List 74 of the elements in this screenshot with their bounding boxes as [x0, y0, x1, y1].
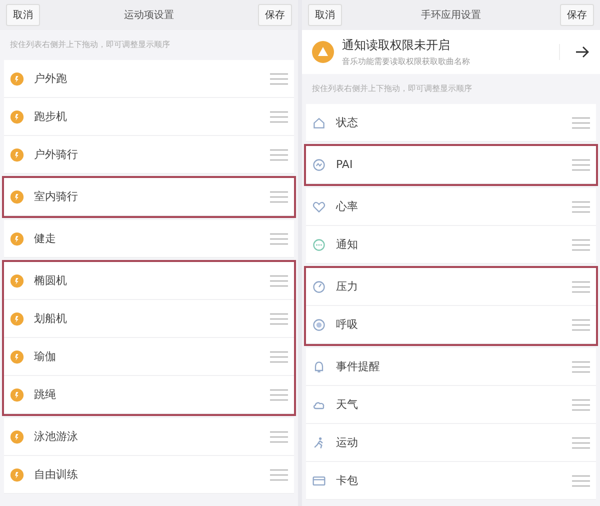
banner-subtitle: 音乐功能需要读取权限获取歌曲名称: [342, 56, 471, 67]
drag-handle-icon[interactable]: [270, 388, 288, 400]
list-item[interactable]: 卡包: [306, 462, 596, 500]
list-item[interactable]: 户外跑: [4, 60, 294, 98]
list-item[interactable]: 自由训练: [4, 456, 294, 494]
sport-icon: [10, 148, 24, 162]
drag-handle-icon[interactable]: [572, 436, 590, 448]
sport-icon: [10, 430, 24, 444]
list-item[interactable]: 通知: [306, 226, 596, 264]
drag-handle-icon[interactable]: [572, 238, 590, 250]
drag-handle-icon[interactable]: [270, 468, 288, 480]
list-item[interactable]: 跑步机: [4, 98, 294, 136]
drag-handle-icon[interactable]: [572, 116, 590, 128]
drag-handle-icon[interactable]: [572, 474, 590, 486]
drag-handle-icon[interactable]: [270, 190, 288, 202]
list-item[interactable]: PAI: [306, 146, 596, 184]
sport-icon: [10, 190, 24, 204]
drag-handle-icon[interactable]: [270, 110, 288, 122]
sport-icon: [10, 72, 24, 86]
list-item[interactable]: 跳绳: [4, 376, 294, 414]
bell-icon: [312, 360, 326, 374]
cancel-button[interactable]: 取消: [308, 4, 342, 26]
heart-icon: [312, 200, 326, 214]
list-item[interactable]: 呼吸: [306, 306, 596, 344]
breath-icon: [312, 318, 326, 332]
screen-title: 运动项设置: [124, 8, 174, 22]
drag-handle-icon[interactable]: [572, 360, 590, 372]
permission-banner[interactable]: 通知读取权限未开启 音乐功能需要读取权限获取歌曲名称: [302, 30, 600, 74]
drag-handle-icon[interactable]: [270, 350, 288, 362]
hint-text: 按住列表右侧并上下拖动，即可调整显示顺序: [9, 39, 171, 51]
drag-handle-icon[interactable]: [270, 312, 288, 324]
hint-text: 按住列表右侧并上下拖动，即可调整显示顺序: [311, 83, 473, 95]
drag-handle-icon[interactable]: [270, 232, 288, 244]
gauge-icon: [312, 280, 326, 294]
list-item[interactable]: 健走: [4, 220, 294, 258]
sport-icon: [10, 274, 24, 288]
drag-handle-icon[interactable]: [270, 72, 288, 84]
screen-title: 手环应用设置: [421, 8, 481, 22]
warning-icon: [312, 41, 334, 63]
list-item[interactable]: 心率: [306, 188, 596, 226]
list-item[interactable]: 户外骑行: [4, 136, 294, 174]
list-item[interactable]: 压力: [306, 268, 596, 306]
list-item[interactable]: 室内骑行: [4, 178, 294, 216]
chat-icon: [312, 238, 326, 252]
sport-icon: [10, 350, 24, 364]
drag-handle-icon[interactable]: [572, 280, 590, 292]
list-item[interactable]: 瑜伽: [4, 338, 294, 376]
drag-handle-icon[interactable]: [270, 430, 288, 442]
sport-icon: [10, 468, 24, 482]
save-button[interactable]: 保存: [560, 4, 594, 26]
sport-icon: [10, 312, 24, 326]
list-item[interactable]: 泳池游泳: [4, 418, 294, 456]
sport-icon: [10, 388, 24, 402]
sport-icon: [10, 232, 24, 246]
list-item[interactable]: 状态: [306, 104, 596, 142]
save-button[interactable]: 保存: [258, 4, 292, 26]
drag-handle-icon[interactable]: [270, 148, 288, 160]
cancel-button[interactable]: 取消: [6, 4, 40, 26]
list-item[interactable]: 运动: [306, 424, 596, 462]
sport-icon: [10, 110, 24, 124]
drag-handle-icon[interactable]: [270, 274, 288, 286]
drag-handle-icon[interactable]: [572, 200, 590, 212]
list-item[interactable]: 椭圆机: [4, 262, 294, 300]
arrow-icon: [559, 44, 590, 60]
banner-title: 通知读取权限未开启: [342, 37, 451, 54]
list-item[interactable]: 划船机: [4, 300, 294, 338]
drag-handle-icon[interactable]: [572, 158, 590, 170]
drag-handle-icon[interactable]: [572, 398, 590, 410]
list-item[interactable]: 事件提醒: [306, 348, 596, 386]
home-icon: [312, 116, 326, 130]
list-item[interactable]: 天气: [306, 386, 596, 424]
pai-icon: [312, 158, 326, 172]
drag-handle-icon[interactable]: [572, 318, 590, 330]
card-icon: [312, 474, 326, 488]
